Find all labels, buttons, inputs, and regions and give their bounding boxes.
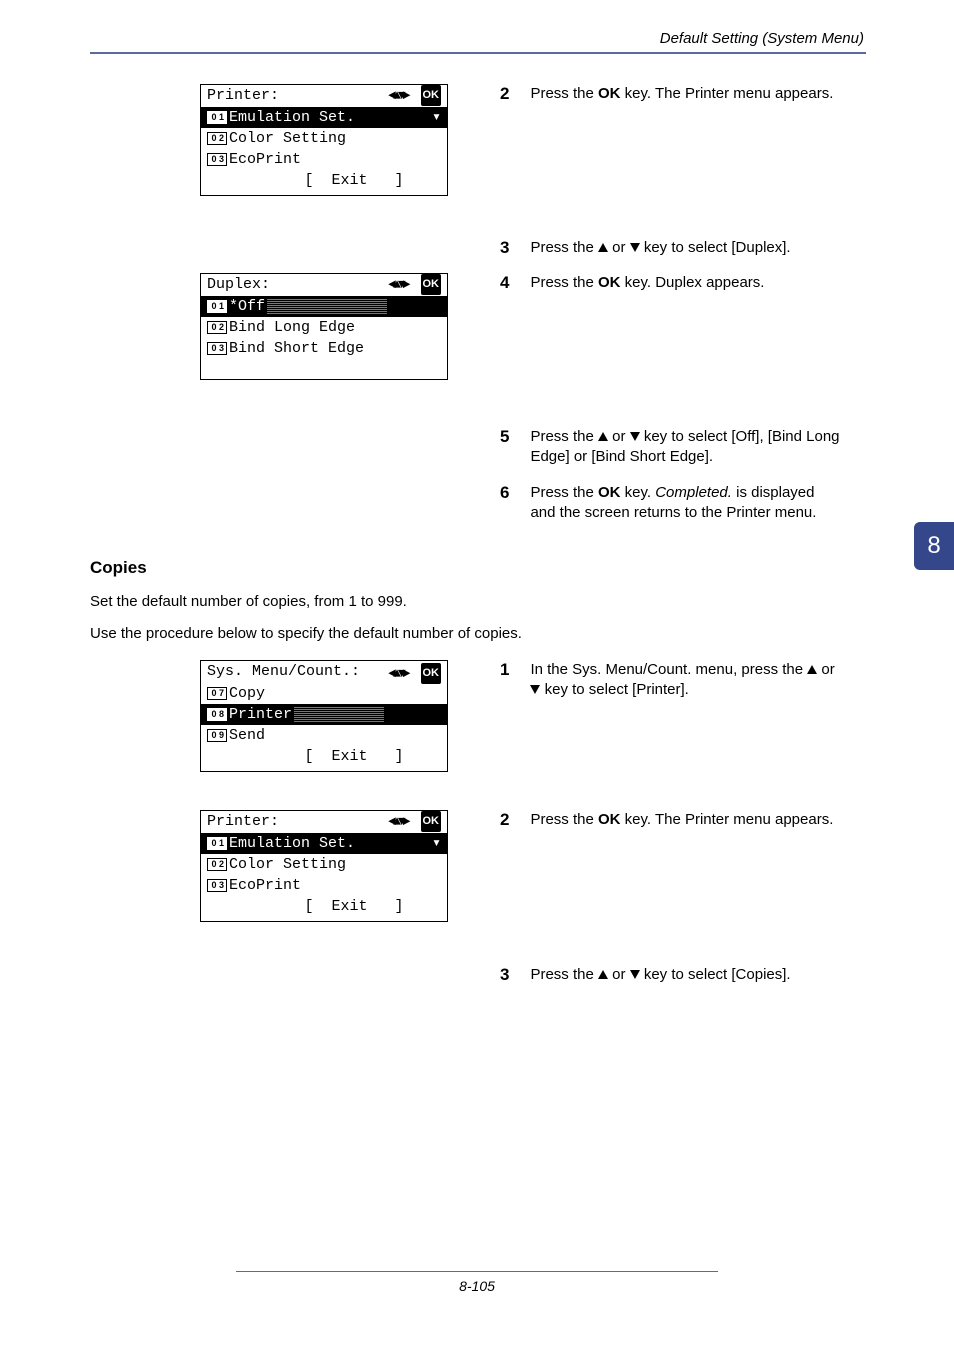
step-number: 3 (500, 965, 526, 985)
step-text: Press the OK key. The Printer menu appea… (530, 84, 840, 104)
up-arrow-icon (598, 243, 608, 252)
up-arrow-icon (598, 432, 608, 441)
ok-icon: OK (421, 85, 442, 106)
step-text: Press the OK key. Completed. is displaye… (530, 483, 840, 523)
step-text: Press the OK key. The Printer menu appea… (530, 810, 840, 830)
body-text: Set the default number of copies, from 1… (90, 592, 850, 612)
step-text: Press the or key to select [Off], [Bind … (530, 427, 840, 467)
step-number: 2 (500, 84, 526, 104)
nav-cross-icon: ◄▲▼► (388, 274, 407, 295)
down-arrow-icon (530, 685, 540, 694)
step-number: 1 (500, 660, 526, 680)
step-number: 5 (500, 427, 526, 447)
step-number: 2 (500, 810, 526, 830)
step-number: 6 (500, 483, 526, 503)
lcd-row: 0 1*Off (201, 296, 447, 317)
ok-icon: OK (421, 274, 442, 295)
lcd-printer2-icons: ◄▲▼► OK (388, 811, 441, 832)
lcd-printer-title: Printer: (201, 87, 279, 104)
lcd-row: 0 3EcoPrint (201, 875, 447, 896)
header-rule (90, 52, 866, 54)
lcd-softkey: [ Exit ] (201, 896, 447, 917)
lcd-softkey: [ Exit ] (201, 746, 447, 767)
lcd-duplex-icons: ◄▲▼► OK (388, 274, 441, 295)
nav-cross-icon: ◄▲▼► (388, 663, 407, 684)
lcd-row: 0 3EcoPrint (201, 149, 447, 170)
step-text: In the Sys. Menu/Count. menu, press the … (530, 660, 840, 700)
up-arrow-icon (807, 665, 817, 674)
lcd-duplex: Duplex: ◄▲▼► OK 0 1*Off 0 2Bind Long Edg… (200, 273, 448, 380)
lcd-sysmenu-icons: ◄▲▼► OK (388, 663, 441, 684)
down-arrow-icon (630, 243, 640, 252)
lcd-printer2-title: Printer: (201, 813, 279, 830)
step-number: 4 (500, 273, 526, 293)
nav-cross-icon: ◄▲▼► (388, 811, 407, 832)
footer-rule (236, 1271, 718, 1272)
running-header: Default Setting (System Menu) (660, 30, 864, 47)
down-arrow-icon (630, 432, 640, 441)
up-arrow-icon (598, 970, 608, 979)
lcd-sysmenu-title: Sys. Menu/Count.: (201, 663, 360, 680)
lcd-row: 0 3Bind Short Edge (201, 338, 447, 359)
lcd-softkey: [ Exit ] (201, 170, 447, 191)
lcd-row: 0 2Bind Long Edge (201, 317, 447, 338)
body-text: Use the procedure below to specify the d… (90, 624, 850, 644)
lcd-printer-2: Printer: ◄▲▼► OK 0 1Emulation Set.▾ 0 2C… (200, 810, 448, 922)
lcd-sysmenu: Sys. Menu/Count.: ◄▲▼► OK 0 7Copy 0 8Pri… (200, 660, 448, 772)
page-number: 8-105 (0, 1278, 954, 1294)
step-text: Press the or key to select [Duplex]. (530, 238, 840, 258)
step-text: Press the OK key. Duplex appears. (530, 273, 840, 293)
lcd-row: 0 2Color Setting (201, 854, 447, 875)
step-number: 3 (500, 238, 526, 258)
nav-cross-icon: ◄▲▼► (388, 85, 407, 106)
lcd-printer: Printer: ◄▲▼► OK 0 1Emulation Set.▾ 0 2C… (200, 84, 448, 196)
section-heading-copies: Copies (90, 558, 147, 578)
lcd-row: 0 2Color Setting (201, 128, 447, 149)
ok-icon: OK (421, 663, 442, 684)
down-arrow-icon (630, 970, 640, 979)
ok-icon: OK (421, 811, 442, 832)
lcd-row: 0 7Copy (201, 683, 447, 704)
step-text: Press the or key to select [Copies]. (530, 965, 840, 985)
lcd-printer-icons: ◄▲▼► OK (388, 85, 441, 106)
lcd-row: 0 9Send (201, 725, 447, 746)
lcd-duplex-title: Duplex: (201, 276, 270, 293)
lcd-row: 0 1Emulation Set.▾ (201, 107, 447, 128)
chapter-tab: 8 (914, 522, 954, 570)
lcd-row: 0 8Printer (201, 704, 447, 725)
lcd-row: 0 1Emulation Set.▾ (201, 833, 447, 854)
